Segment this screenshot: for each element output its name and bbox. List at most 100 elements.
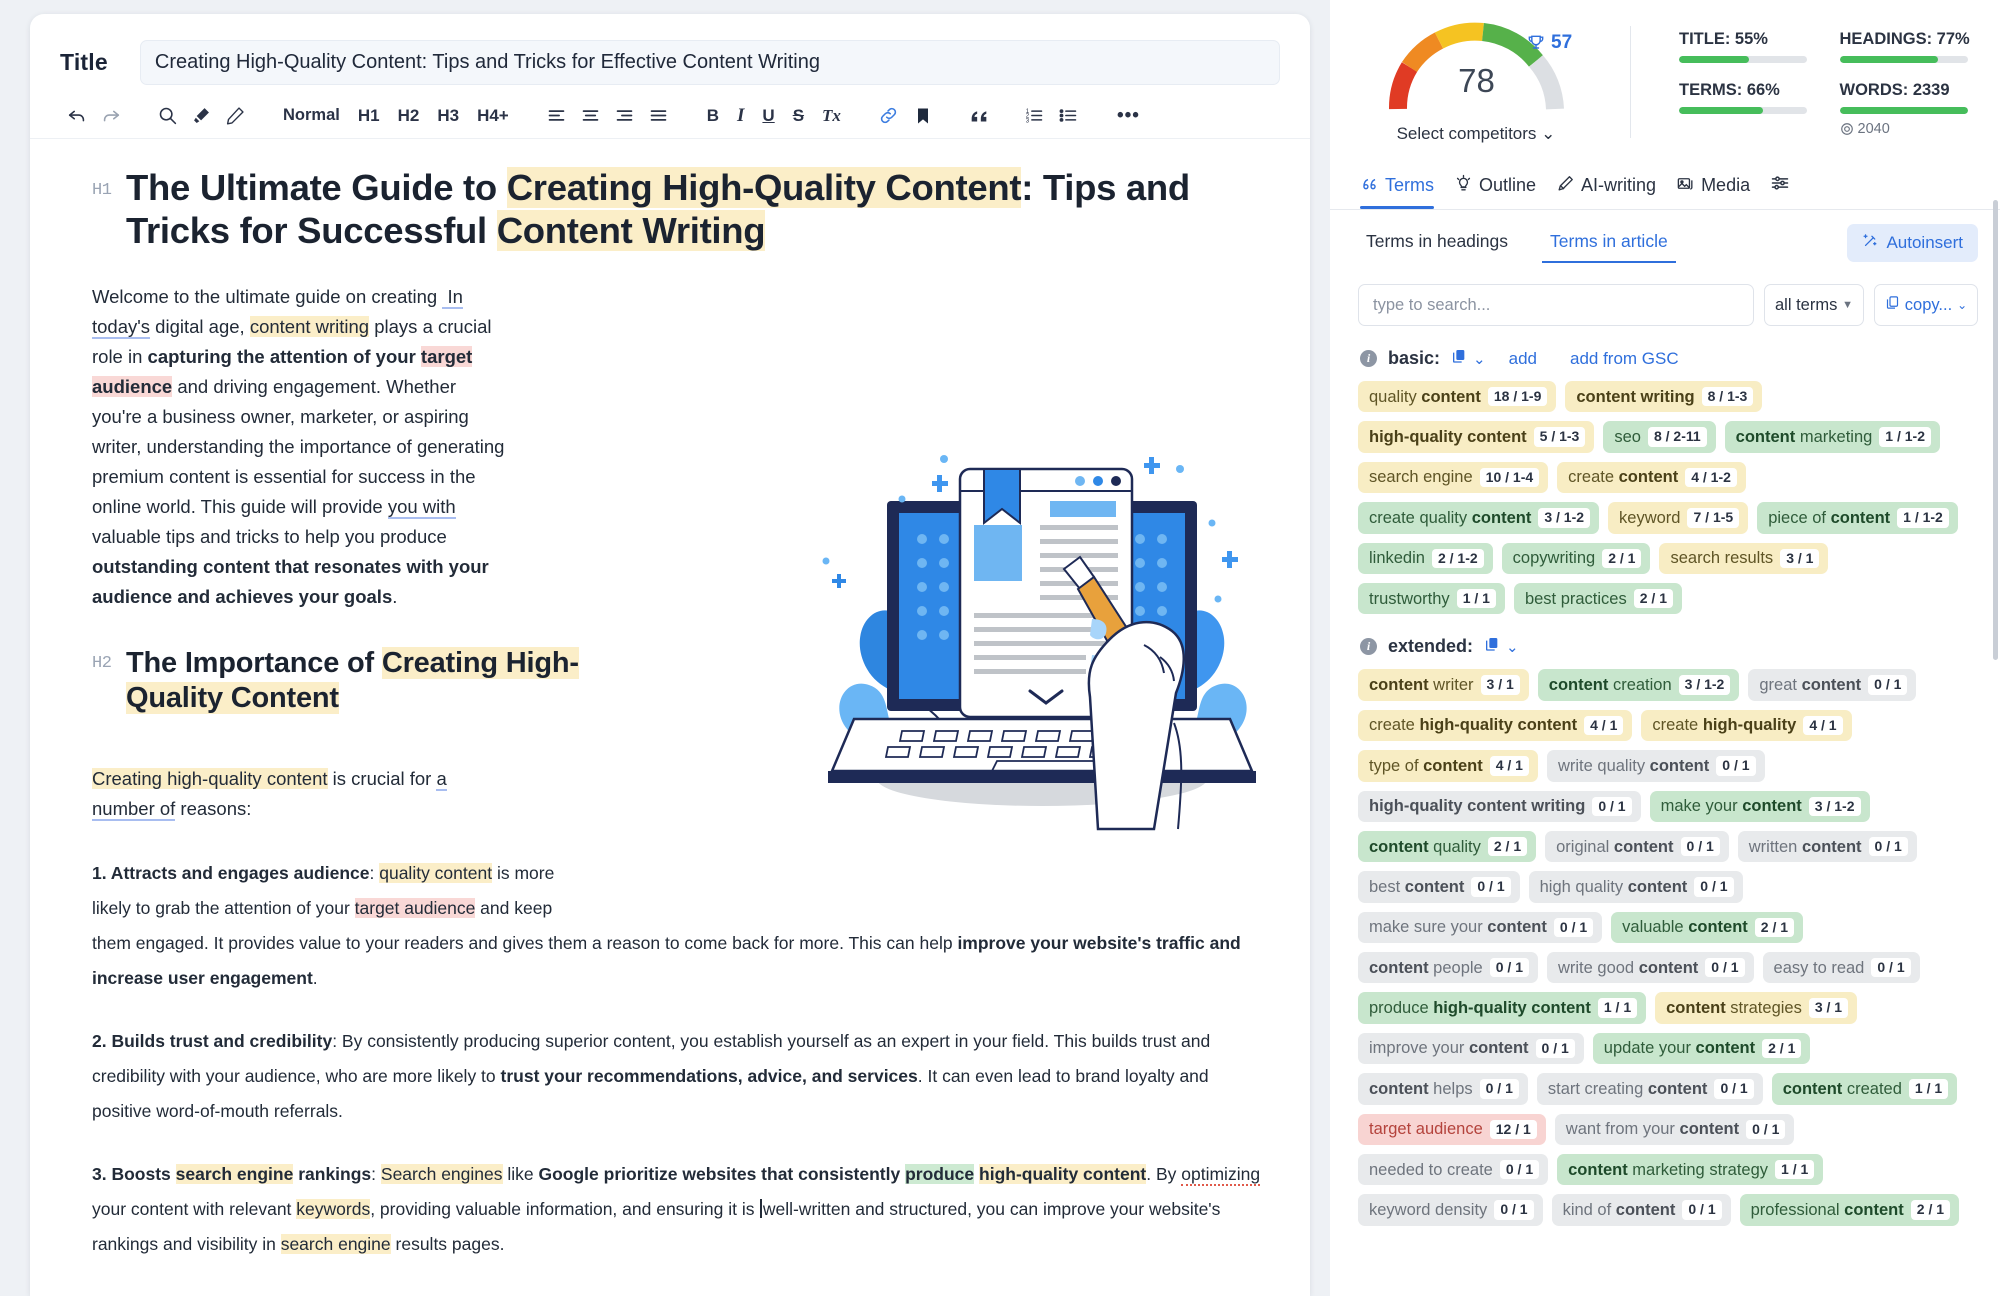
term-chip[interactable]: create quality content 3 / 1-2 xyxy=(1358,502,1600,534)
term-chip[interactable]: high-quality content 5 / 1-3 xyxy=(1358,421,1595,453)
term-chip[interactable]: trustworthy 1 / 1 xyxy=(1358,582,1505,615)
copy-icon[interactable] xyxy=(1484,636,1500,657)
bullet-list-icon[interactable] xyxy=(1052,99,1086,133)
style-h2[interactable]: H2 xyxy=(389,101,429,131)
term-chip[interactable]: professional content 2 / 1 xyxy=(1739,1194,1960,1226)
highlighter-icon[interactable] xyxy=(184,99,218,133)
term-chip[interactable]: content strategies 3 / 1 xyxy=(1655,992,1858,1024)
term-chip[interactable]: keyword density 0 / 1 xyxy=(1358,1194,1543,1226)
term-chip[interactable]: content helps 0 / 1 xyxy=(1358,1073,1528,1105)
term-chip[interactable]: produce high-quality content 1 / 1 xyxy=(1358,992,1647,1024)
add-from-gsc-link[interactable]: add from GSC xyxy=(1570,349,1679,369)
info-icon[interactable]: i xyxy=(1360,638,1377,656)
article-body[interactable]: H1 The Ultimate Guide to Creating High-Q… xyxy=(30,139,1310,1254)
style-normal[interactable]: Normal xyxy=(274,101,349,131)
italic-button[interactable]: I xyxy=(728,101,753,131)
chevron-down-icon[interactable]: ⌄ xyxy=(1506,638,1519,656)
term-chip[interactable]: write good content 0 / 1 xyxy=(1546,952,1754,984)
subtab-terms-in-headings[interactable]: Terms in headings xyxy=(1358,231,1516,263)
term-chip[interactable]: linkedin 2 / 1-2 xyxy=(1358,542,1493,574)
align-center-icon[interactable] xyxy=(574,99,608,133)
term-chip[interactable]: improve your content 0 / 1 xyxy=(1358,1032,1584,1065)
term-chip[interactable]: want from your content 0 / 1 xyxy=(1554,1113,1795,1146)
term-chip[interactable]: kind of content 0 / 1 xyxy=(1551,1194,1731,1226)
style-h3[interactable]: H3 xyxy=(428,101,468,131)
term-chip[interactable]: seo 8 / 2-11 xyxy=(1603,421,1716,453)
article-lead-paragraph[interactable]: Creating high-quality content is crucial… xyxy=(92,764,510,824)
term-chip[interactable]: content quality 2 / 1 xyxy=(1358,830,1537,863)
bold-button[interactable]: B xyxy=(698,101,728,131)
term-chip[interactable]: type of content 4 / 1 xyxy=(1358,750,1538,782)
subtab-terms-in-article[interactable]: Terms in article xyxy=(1542,231,1676,263)
tab-media[interactable]: Media xyxy=(1676,174,1750,209)
select-competitors-button[interactable]: Select competitors ⌄ xyxy=(1366,124,1586,144)
bookmark-icon[interactable] xyxy=(906,99,940,133)
term-chip[interactable]: start creating content 0 / 1 xyxy=(1536,1073,1763,1105)
title-input[interactable]: Creating High-Quality Content: Tips and … xyxy=(139,40,1280,85)
term-chip[interactable]: search results 3 / 1 xyxy=(1659,542,1829,574)
term-chip[interactable]: make your content 3 / 1-2 xyxy=(1649,790,1870,822)
term-chip[interactable]: quality content 18 / 1-9 xyxy=(1358,381,1557,413)
article-h1[interactable]: The Ultimate Guide to Creating High-Qual… xyxy=(126,167,1216,252)
tab-ai-writing[interactable]: AI-writing xyxy=(1556,174,1656,209)
term-chip[interactable]: great content 0 / 1 xyxy=(1748,669,1917,701)
term-chip[interactable]: content people 0 / 1 xyxy=(1358,952,1538,984)
tab-settings[interactable] xyxy=(1770,173,1790,209)
term-chip[interactable]: keyword 7 / 1-5 xyxy=(1608,502,1749,534)
more-options-button[interactable]: ••• xyxy=(1108,101,1149,131)
term-chip[interactable]: create content 4 / 1-2 xyxy=(1557,461,1746,494)
terms-search-input[interactable]: type to search... xyxy=(1358,284,1754,326)
tab-outline[interactable]: Outline xyxy=(1454,174,1536,209)
term-chip[interactable]: best practices 2 / 1 xyxy=(1513,582,1682,615)
term-chip[interactable]: create high-quality content 4 / 1 xyxy=(1358,709,1633,742)
term-chip[interactable]: piece of content 1 / 1-2 xyxy=(1757,502,1958,534)
style-h4-plus[interactable]: H4+ xyxy=(468,101,518,131)
align-left-icon[interactable] xyxy=(540,99,574,133)
autoinsert-button[interactable]: Autoinsert xyxy=(1847,224,1978,262)
term-chip[interactable]: easy to read 0 / 1 xyxy=(1762,952,1920,984)
chevron-down-icon[interactable]: ⌄ xyxy=(1473,350,1486,368)
term-chip[interactable]: content marketing 1 / 1-2 xyxy=(1724,421,1940,453)
align-right-icon[interactable] xyxy=(608,99,642,133)
link-icon[interactable] xyxy=(872,99,906,133)
term-chip[interactable]: valuable content 2 / 1 xyxy=(1611,911,1804,944)
term-chip[interactable]: search engine 10 / 1-4 xyxy=(1358,461,1549,494)
term-chip[interactable]: content creation 3 / 1-2 xyxy=(1537,669,1740,701)
term-chip[interactable]: content marketing strategy 1 / 1 xyxy=(1557,1154,1824,1186)
add-term-link[interactable]: add xyxy=(1509,349,1537,369)
term-chip[interactable]: target audience 12 / 1 xyxy=(1358,1113,1546,1146)
undo-icon[interactable] xyxy=(60,99,94,133)
copy-dropdown-button[interactable]: copy... ⌄ xyxy=(1874,284,1978,326)
panel-scrollbar[interactable] xyxy=(1993,200,1998,660)
article-intro-paragraph[interactable]: Welcome to the ultimate guide on creatin… xyxy=(92,282,510,612)
copy-icon[interactable] xyxy=(1451,348,1467,369)
term-chip[interactable]: write quality content 0 / 1 xyxy=(1546,750,1765,782)
article-list-item-2[interactable]: 2. Builds trust and credibility: By cons… xyxy=(92,1024,1270,1129)
term-chip[interactable]: copywriting 2 / 1 xyxy=(1501,542,1651,574)
term-chip[interactable]: content writer 3 / 1 xyxy=(1358,669,1529,701)
quote-icon[interactable] xyxy=(962,99,996,133)
strikethrough-button[interactable]: S xyxy=(784,101,813,131)
term-chip[interactable]: written content 0 / 1 xyxy=(1737,830,1917,863)
term-chip[interactable]: high quality content 0 / 1 xyxy=(1528,871,1743,903)
underline-button[interactable]: U xyxy=(753,101,783,131)
pen-icon[interactable] xyxy=(218,99,252,133)
term-chip[interactable]: original content 0 / 1 xyxy=(1545,830,1729,863)
terms-filter-select[interactable]: all terms ▼ xyxy=(1764,284,1864,326)
term-chip[interactable]: needed to create 0 / 1 xyxy=(1358,1154,1549,1186)
tab-terms[interactable]: Terms xyxy=(1360,174,1434,209)
info-icon[interactable]: i xyxy=(1360,350,1377,367)
term-chip[interactable]: best content 0 / 1 xyxy=(1358,871,1520,903)
term-chip[interactable]: create high-quality 4 / 1 xyxy=(1641,709,1852,742)
ordered-list-icon[interactable]: 123 xyxy=(1018,99,1052,133)
align-justify-icon[interactable] xyxy=(642,99,676,133)
clear-format-button[interactable]: Tx xyxy=(813,101,850,131)
term-chip[interactable]: make sure your content 0 / 1 xyxy=(1358,911,1603,944)
article-list-item-3[interactable]: 3. Boosts search engine rankings: Search… xyxy=(92,1157,1270,1262)
article-list-item-1[interactable]: 1. Attracts and engages audience: qualit… xyxy=(92,856,1270,996)
redo-icon[interactable] xyxy=(94,99,128,133)
term-chip[interactable]: content created 1 / 1 xyxy=(1771,1073,1958,1105)
term-chip[interactable]: high-quality content writing 0 / 1 xyxy=(1358,790,1641,822)
style-h1[interactable]: H1 xyxy=(349,101,389,131)
article-h2[interactable]: The Importance of Creating High-Quality … xyxy=(126,646,596,716)
